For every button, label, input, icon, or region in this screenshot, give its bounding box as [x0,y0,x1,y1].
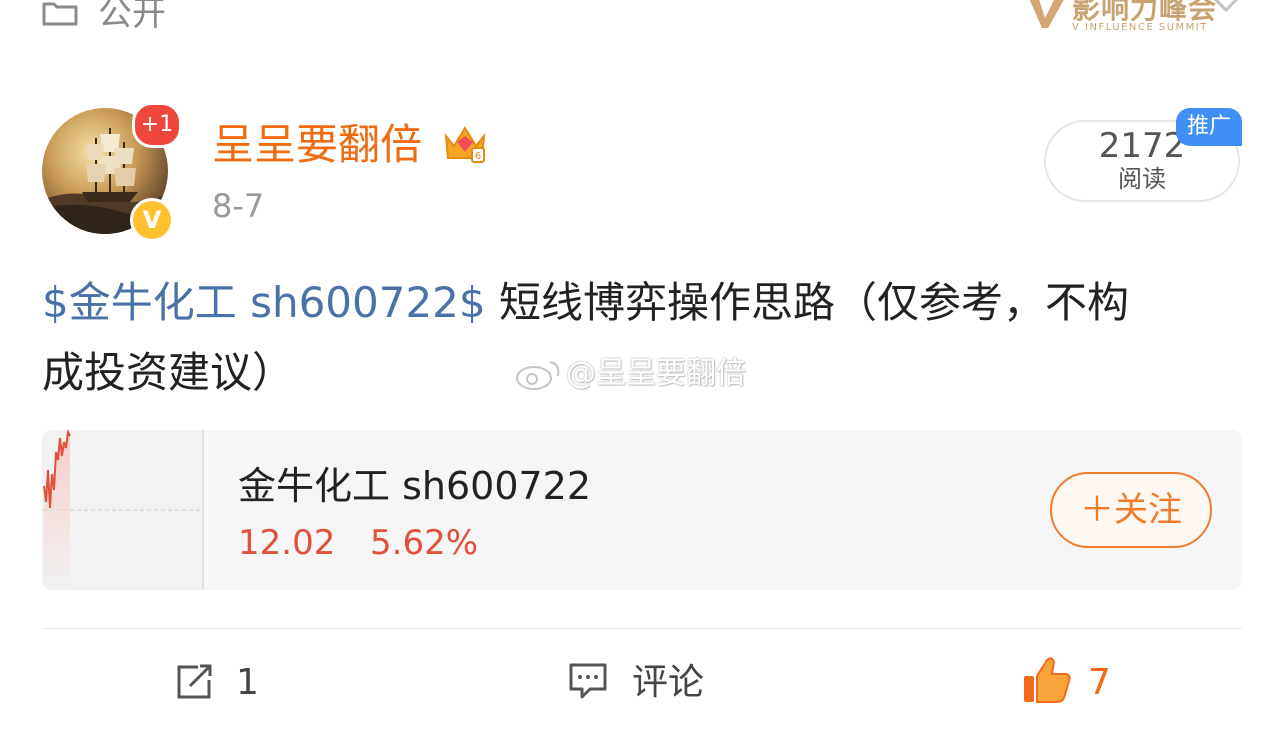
promo-tag[interactable]: 推广 [1176,108,1242,146]
watermark-text: @呈呈要翻倍 [566,356,746,391]
visibility-icon [42,2,78,26]
chevron-down-icon[interactable] [1206,0,1246,20]
like-count[interactable]: 7 [1088,660,1111,706]
verified-badge: V [130,198,174,242]
post-text-line1: 短线博弈操作思路（仅参考，不构 [485,278,1129,327]
stock-price: 12.02 [238,523,336,563]
stock-mini-chart [42,430,204,590]
divider [42,628,1242,629]
thumbs-up-icon[interactable] [1022,656,1072,704]
post-date: 8-7 [212,187,265,225]
crown-vip-icon[interactable]: 6 [442,122,488,166]
author-name[interactable]: 呈呈要翻倍 [212,118,422,172]
visibility-label: 公开 [98,0,166,34]
event-logo-subtitle: V INFLUENCE SUMMIT [1072,22,1208,33]
repost-count[interactable]: 1 [236,660,259,706]
new-post-badge: +1 [132,102,182,148]
svg-text:6: 6 [475,151,481,162]
stock-topic-link[interactable]: $金牛化工 sh600722$ [42,278,486,327]
event-logo[interactable]: 影响力峰会 V INFLUENCE SUMMIT [1024,0,1234,46]
comment-label[interactable]: 评论 [632,660,704,706]
read-label: 阅读 [1118,165,1166,193]
post-text-line2: 成投资建议） [42,348,295,397]
v-logo-icon [1029,0,1064,28]
stock-change: 5.62% [370,523,479,563]
repost-icon[interactable] [176,664,214,700]
comment-icon[interactable] [568,662,608,700]
weibo-watermark-icon [516,361,560,390]
follow-button[interactable]: ＋关注 [1050,472,1212,548]
stock-name: 金牛化工 sh600722 [238,464,592,508]
